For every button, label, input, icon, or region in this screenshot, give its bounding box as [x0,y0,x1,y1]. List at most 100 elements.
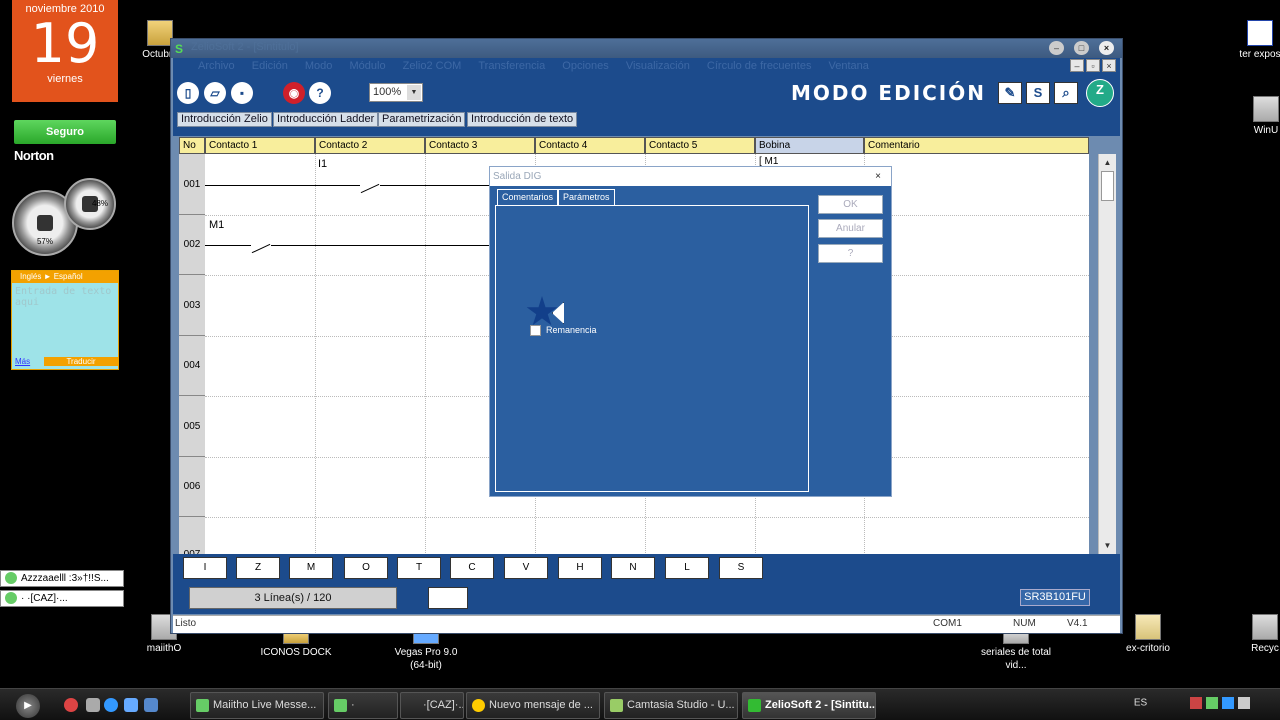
taskbar-item-camtasia[interactable]: Camtasia Studio - U... [604,692,738,719]
start-button[interactable]: ▶ [16,694,40,718]
taskbar-item-chat-1[interactable]: · [328,692,398,719]
menu-item-opciones[interactable]: Opciones [555,58,615,74]
translator-more-link[interactable]: Más [15,357,30,366]
zelio-app-icon: S [175,42,184,56]
column-header-contacto-2: Contacto 2 [315,137,425,154]
row-number[interactable]: 001 [179,154,205,215]
row-number[interactable]: 006 [179,457,205,517]
menu-item-modulo[interactable]: Módulo [342,58,392,74]
new-file-icon[interactable]: ▯ [177,82,199,104]
tab-introduccion-zelio[interactable]: Introducción Zelio [177,112,272,127]
simulation-mode-button[interactable]: S [1026,82,1050,104]
row-number[interactable]: 003 [179,275,205,336]
help-icon[interactable]: ? [309,82,331,104]
ie-icon[interactable] [104,698,118,712]
ladder-wire [271,245,500,246]
desktop-icon-ter-expos[interactable]: ter expos [1230,20,1280,61]
dialog-titlebar[interactable]: Salida DIG × [490,167,891,186]
contact-input-tool[interactable]: I [183,557,227,579]
tab-parametros[interactable]: Parámetros [558,189,615,206]
lines-counter: 3 Línea(s) / 120 [189,587,397,609]
taskbar-item-label: Maiitho Live Messe... [213,699,317,711]
counter-compare-tool[interactable]: N [611,557,655,579]
tab-parametrizacion[interactable]: Parametrización [378,112,466,127]
module-model-badge[interactable]: SR3B101FU [1020,589,1090,606]
desktop-icon-winu[interactable]: WinU [1236,96,1280,137]
scroll-thumb[interactable] [1101,171,1114,201]
taskbar-item-chrome[interactable]: Nuevo mensaje de ... [466,692,600,719]
comparator-tool[interactable]: V [504,557,548,579]
menu-item-com[interactable]: Zelio2 COM [396,58,469,74]
desktop-icon[interactable] [144,698,158,712]
menu-item-transferencia[interactable]: Transferencia [471,58,552,74]
mdi-close-button[interactable]: × [1102,59,1116,72]
save-icon[interactable]: ▪ [231,82,253,104]
light-tool[interactable]: S [719,557,763,579]
mdi-minimize-button[interactable]: – [1070,59,1084,72]
desktop-icon-vegas[interactable]: Vegas Pro 9.0 (64-bit) [386,632,466,672]
zelio-logo-button[interactable]: Z [1086,79,1114,107]
desktop-icon-seriales[interactable]: seriales de total vid... [976,630,1056,672]
monitoring-mode-button[interactable]: ⌕ [1054,82,1078,104]
folder-icon[interactable] [124,698,138,712]
counter-tool[interactable]: C [450,557,494,579]
tab-introduccion-texto[interactable]: Introducción de texto [467,112,578,127]
mode-tabs: Introducción Zelio Introducción Ladder P… [173,109,1120,136]
desktop-icon-iconos-dock[interactable]: ICONOS DOCK [256,632,336,659]
cancel-button[interactable]: Anular [818,219,883,238]
row-number[interactable]: 004 [179,336,205,396]
quicklaunch-icon[interactable] [86,698,100,712]
memory-tool[interactable]: M [289,557,333,579]
contact-label[interactable]: M1 [209,219,224,231]
row-number[interactable]: 005 [179,396,205,457]
dialog-close-icon[interactable]: × [875,167,881,186]
language-indicator[interactable]: ES [1134,698,1147,709]
tab-introduccion-ladder[interactable]: Introducción Ladder [273,112,379,127]
zx-key-tool[interactable]: Z [236,557,280,579]
scroll-down-icon[interactable]: ▼ [1099,537,1116,554]
menu-item-ventana[interactable]: Ventana [822,58,876,74]
menu-item-circulo[interactable]: Círculo de frecuentes [700,58,819,74]
timer-tool[interactable]: T [397,557,441,579]
menu-item-archivo[interactable]: Archivo [191,58,242,74]
menu-item-edicion[interactable]: Edición [245,58,295,74]
maximize-button[interactable]: □ [1074,41,1089,55]
scroll-up-icon[interactable]: ▲ [1099,154,1116,171]
contact-label[interactable]: I1 [318,158,327,170]
row-number[interactable]: 002 [179,215,205,275]
clock-tool[interactable]: H [558,557,602,579]
eye-icon[interactable]: ◉ [283,82,305,104]
messenger-contact[interactable]: · ·[CAZ]·... [0,590,124,607]
tray-icons[interactable] [1190,697,1250,709]
edit-mode-button[interactable]: ✎ [998,82,1022,104]
menu-item-visualizacion[interactable]: Visualización [619,58,697,74]
close-button[interactable]: × [1099,41,1114,55]
grid-scrollbar[interactable]: ▲ ▼ [1098,154,1116,554]
window-titlebar[interactable]: S ZelioSoft 2 - [Sintitulo] – □ × [171,39,1122,58]
translator-input[interactable]: Entrada de texto aqui [12,283,118,311]
chrome-icon[interactable] [64,698,78,712]
translate-button[interactable]: Traducir [44,357,118,366]
taskbar-item-zeliosoft[interactable]: ZelioSoft 2 - [Sintitu... [742,692,876,719]
desktop-icon-recycle[interactable]: Recyc [1240,614,1280,655]
minimize-button[interactable]: – [1049,41,1064,55]
help-button[interactable]: ? [818,244,883,263]
taskbar-item-label: Nuevo mensaje de ... [489,699,593,711]
norton-label: Norton [14,148,54,163]
taskbar-item-label: Camtasia Studio - U... [627,699,735,711]
network-icon[interactable] [428,587,468,609]
menu-item-modo[interactable]: Modo [298,58,340,74]
lcd-tool[interactable]: L [665,557,709,579]
zoom-select[interactable]: 100% ▼ [369,83,423,102]
taskbar-item-chat-2[interactable]: ·[CAZ]·... [400,692,464,719]
norton-status-button[interactable]: Seguro [14,120,116,144]
row-number[interactable]: 007 [179,517,205,555]
output-tool[interactable]: O [344,557,388,579]
remanencia-checkbox[interactable] [530,325,541,336]
ok-button[interactable]: OK [818,195,883,214]
taskbar-item-messenger[interactable]: Maiitho Live Messe... [190,692,324,719]
tab-comentarios[interactable]: Comentarios [497,189,559,205]
messenger-contact[interactable]: Azzzaaelll :3»†!!S... [0,570,124,587]
open-folder-icon[interactable]: ▱ [204,82,226,104]
mdi-restore-button[interactable]: ▫ [1086,59,1100,72]
